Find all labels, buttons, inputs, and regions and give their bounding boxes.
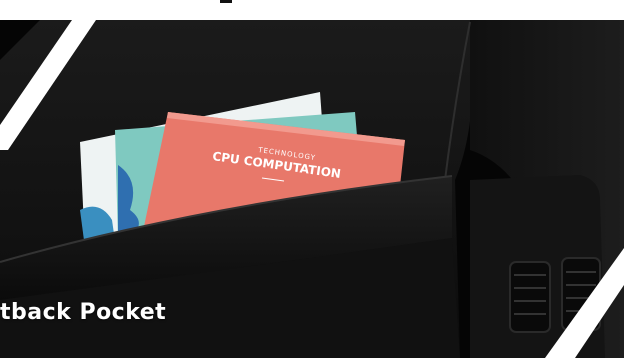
air-vent-left <box>509 261 551 333</box>
caption-text: tback Pocket <box>0 300 167 325</box>
product-photo: TECHNOLOGY CPU COMPUTATION tback Pocket <box>0 0 624 358</box>
